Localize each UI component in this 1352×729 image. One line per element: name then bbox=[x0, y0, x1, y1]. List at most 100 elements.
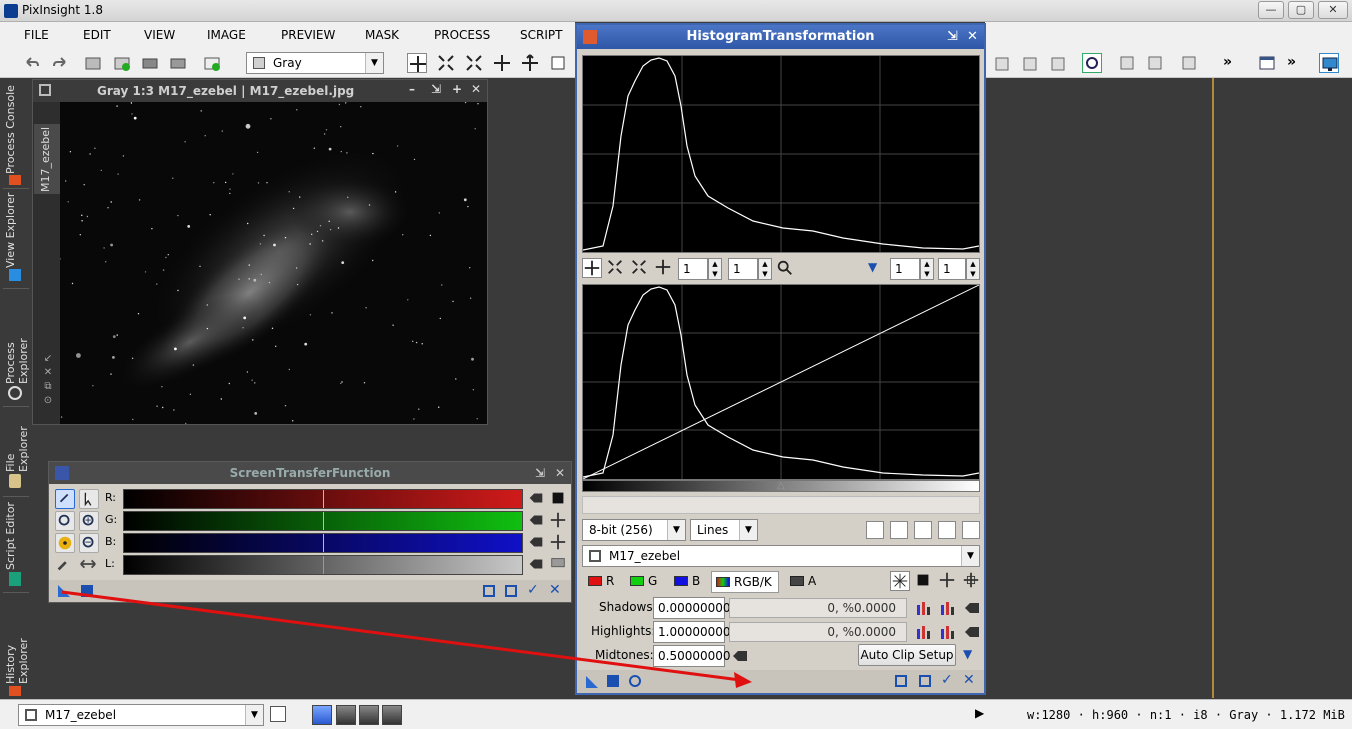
tab-view-explorer[interactable]: View Explorer bbox=[4, 192, 28, 268]
view-combo[interactable]: Gray ▼ bbox=[246, 52, 384, 74]
zoom-h-spinner[interactable]: ▲ ▼ bbox=[708, 258, 722, 280]
graph-line-icon[interactable] bbox=[938, 521, 956, 539]
image-window-caption[interactable]: Gray 1:3 M17_ezebel | M17_ezebel.jpg – ⇲… bbox=[33, 80, 487, 102]
shadows-reset-icon[interactable] bbox=[963, 599, 981, 617]
sparkle-icon[interactable] bbox=[890, 571, 910, 591]
image-side-tab[interactable]: M17_ezebel bbox=[34, 124, 60, 194]
apply-icon[interactable]: ✓ bbox=[527, 582, 539, 598]
zoom-in-icon[interactable] bbox=[606, 258, 626, 278]
reset-r-icon[interactable] bbox=[527, 489, 547, 509]
menu-preview[interactable]: PREVIEW bbox=[281, 28, 335, 42]
tab-process-explorer[interactable]: Process Explorer bbox=[4, 294, 30, 384]
reset-l-icon[interactable] bbox=[527, 555, 547, 575]
graph-bars-icon[interactable] bbox=[866, 521, 884, 539]
zoom-fit-icon[interactable] bbox=[582, 258, 602, 278]
channel-b-slider[interactable] bbox=[123, 533, 523, 553]
histogram-title-bar[interactable]: HistogramTransformation ⇲ ✕ bbox=[577, 25, 984, 49]
channel-r-slider[interactable] bbox=[123, 489, 523, 509]
reset-b-icon[interactable] bbox=[527, 533, 547, 553]
stf-title-bar[interactable]: ScreenTransferFunction ⇲ ✕ bbox=[49, 462, 571, 484]
zoom-out-icon[interactable] bbox=[79, 533, 99, 553]
real-time-preview-icon[interactable] bbox=[629, 675, 641, 687]
output-histogram-plot[interactable] bbox=[582, 284, 980, 480]
toolbar-overflow-1[interactable]: » bbox=[1223, 54, 1232, 70]
iconize-button[interactable]: ⇲ bbox=[431, 82, 441, 96]
color-mode-1[interactable] bbox=[312, 705, 332, 725]
channel-b-button[interactable]: B bbox=[692, 574, 700, 588]
highlights-auto2-icon[interactable] bbox=[939, 623, 957, 641]
real-time-icon[interactable] bbox=[483, 585, 495, 597]
menu-view[interactable]: VIEW bbox=[144, 28, 175, 42]
new-image-icon[interactable] bbox=[83, 53, 103, 73]
shadows-input[interactable]: 0.00000000 bbox=[653, 597, 731, 619]
tab-process-console[interactable]: Process Console bbox=[4, 82, 28, 174]
shade-button[interactable]: – bbox=[409, 82, 415, 96]
mask-icon[interactable] bbox=[1117, 53, 1137, 73]
crosshair-2-icon[interactable] bbox=[962, 571, 982, 591]
pan-icon[interactable] bbox=[492, 53, 512, 73]
tab-script-editor[interactable]: Script Editor bbox=[4, 502, 28, 570]
zoom-fit-icon[interactable] bbox=[407, 53, 427, 73]
menu-mask[interactable]: MASK bbox=[365, 28, 399, 42]
close-window-button[interactable]: ✕ bbox=[1318, 1, 1348, 19]
grid-icon[interactable] bbox=[962, 521, 980, 539]
pointer-icon[interactable] bbox=[79, 489, 99, 509]
menu-process[interactable]: PROCESS bbox=[434, 28, 490, 42]
mask-invert-icon[interactable] bbox=[1179, 53, 1199, 73]
browse-doc-icon[interactable] bbox=[919, 675, 931, 687]
monitor-icon[interactable] bbox=[1319, 53, 1339, 73]
zoom-out-icon[interactable] bbox=[464, 53, 484, 73]
collapse-icon[interactable]: ▼ bbox=[868, 260, 877, 274]
expand-icon[interactable]: ▼ bbox=[963, 647, 972, 661]
readout-icon[interactable] bbox=[548, 53, 568, 73]
zoom-h2-input[interactable]: 1 bbox=[890, 258, 920, 280]
new-instance-icon[interactable] bbox=[585, 675, 599, 689]
channel-rgbk-button[interactable]: RGB/K bbox=[711, 571, 779, 593]
midtones-marker[interactable]: △ bbox=[777, 480, 785, 491]
maximize-window-button[interactable]: ▢ bbox=[1288, 1, 1314, 19]
highlights-input[interactable]: 1.00000000 bbox=[653, 621, 731, 643]
zoom-v-spinner[interactable]: ▲ ▼ bbox=[758, 258, 772, 280]
zoom-in-icon[interactable] bbox=[436, 53, 456, 73]
midtones-reset-icon[interactable] bbox=[731, 647, 749, 665]
graph-rgb-icon[interactable] bbox=[890, 521, 908, 539]
nebula-image[interactable] bbox=[60, 102, 487, 424]
new-window-icon[interactable] bbox=[270, 706, 286, 722]
apply-icon[interactable]: ✓ bbox=[941, 672, 953, 688]
documentation-icon[interactable] bbox=[895, 675, 907, 687]
tab-file-explorer[interactable]: File Explorer bbox=[4, 410, 30, 472]
maximize-button[interactable]: + bbox=[452, 82, 462, 96]
zoom-icon[interactable] bbox=[776, 259, 794, 277]
shade-button[interactable]: ⇲ bbox=[535, 462, 545, 484]
auto-zero-icon[interactable] bbox=[914, 571, 934, 591]
reset-icon[interactable]: ✕ bbox=[549, 582, 561, 598]
shadows-auto-icon[interactable] bbox=[915, 599, 933, 617]
channel-g-button[interactable]: G bbox=[648, 574, 657, 588]
search-icon[interactable] bbox=[1082, 53, 1102, 73]
window-icon[interactable] bbox=[1257, 53, 1277, 73]
transfer-slider[interactable]: △ bbox=[582, 480, 980, 492]
edit-remove-icon[interactable] bbox=[1049, 53, 1069, 73]
input-histogram-plot[interactable] bbox=[582, 55, 980, 253]
reset-icon[interactable]: ✕ bbox=[963, 672, 975, 688]
wrench-icon[interactable] bbox=[55, 555, 75, 575]
menu-script[interactable]: SCRIPT bbox=[520, 28, 562, 42]
play-icon[interactable]: ▶ bbox=[975, 706, 984, 720]
crosshair-icon[interactable] bbox=[549, 533, 569, 553]
tool-icon[interactable]: ✕ bbox=[40, 366, 56, 380]
menu-image[interactable]: IMAGE bbox=[207, 28, 246, 42]
zoom-v2-input[interactable]: 1 bbox=[938, 258, 966, 280]
mask-show-icon[interactable] bbox=[1145, 53, 1165, 73]
tool-icon[interactable]: ⧉ bbox=[40, 380, 56, 394]
close-button[interactable]: ✕ bbox=[967, 25, 978, 49]
shade-button[interactable]: ⇲ bbox=[947, 25, 958, 49]
resolution-combo[interactable]: 8-bit (256) ▼ bbox=[582, 519, 686, 541]
redo-icon[interactable] bbox=[50, 53, 70, 73]
global-apply-icon[interactable] bbox=[81, 585, 93, 597]
close-button[interactable]: ✕ bbox=[471, 82, 481, 96]
shadows-auto2-icon[interactable] bbox=[939, 599, 957, 617]
zoom-v2-spinner[interactable]: ▲ ▼ bbox=[966, 258, 980, 280]
tool-icon[interactable]: ↙ bbox=[40, 352, 56, 366]
link-channels-icon[interactable] bbox=[55, 489, 75, 509]
close-image-icon[interactable] bbox=[168, 53, 188, 73]
